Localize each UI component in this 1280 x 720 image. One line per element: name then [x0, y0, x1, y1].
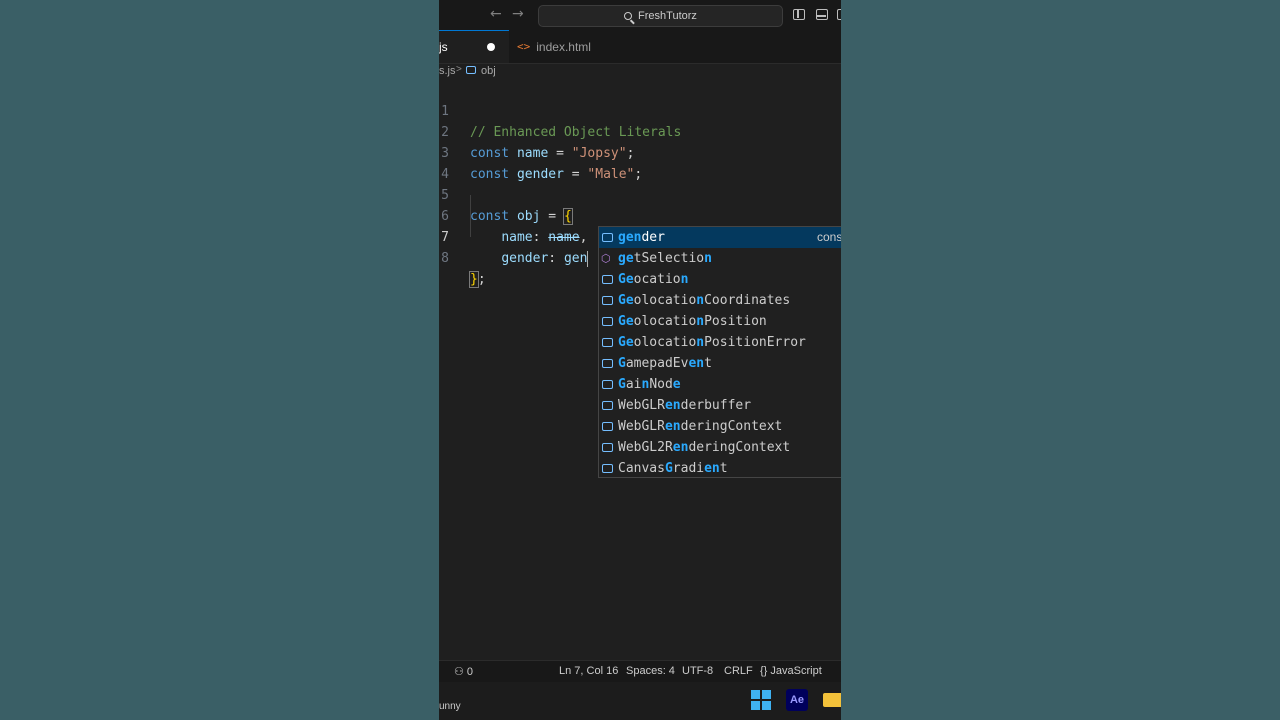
- breadcrumb-chevron: >: [456, 64, 462, 75]
- toggle-secondary-sidebar-icon[interactable]: [837, 9, 841, 20]
- suggestion-label: CanvasGradient: [618, 461, 728, 476]
- suggestion-label: GainNode: [618, 377, 681, 392]
- code-line[interactable]: 6 name: name,: [439, 185, 841, 245]
- file-explorer-icon[interactable]: [823, 693, 841, 707]
- suggestion-label: GamepadEvent: [618, 356, 712, 371]
- code-editor[interactable]: 1 // Enhanced Object Literals 2 const na…: [439, 80, 841, 660]
- suggestion-item[interactable]: WebGL2RenderingContext: [599, 437, 841, 458]
- status-bar: ⚇ 0 Ln 7, Col 16 Spaces: 4 UTF-8 CRLF {}…: [439, 660, 841, 683]
- suggestion-item[interactable]: WebGLRenderbuffer: [599, 395, 841, 416]
- suggestion-detail: cons: [817, 230, 841, 244]
- file-encoding[interactable]: UTF-8: [682, 665, 713, 677]
- suggestion-item[interactable]: GeolocationPosition: [599, 311, 841, 332]
- language-label: JavaScript: [770, 665, 822, 677]
- variable-symbol-icon: [602, 443, 613, 452]
- vscode-window: ← → FreshTutorz js <> index.html s.js > …: [439, 0, 841, 720]
- breadcrumb-symbol[interactable]: obj: [481, 65, 496, 77]
- line-number: 8: [441, 251, 449, 266]
- method-symbol-icon: ⬡: [601, 252, 611, 265]
- suggestion-item[interactable]: GainNode: [599, 374, 841, 395]
- suggestion-label: WebGLRenderingContext: [618, 419, 783, 434]
- breadcrumb-file[interactable]: s.js: [439, 65, 456, 77]
- variable-symbol-icon: [602, 233, 613, 242]
- language-mode[interactable]: {} JavaScript: [760, 665, 822, 677]
- background-right: [841, 0, 1280, 720]
- toggle-panel-icon[interactable]: [816, 9, 828, 20]
- suggestion-item[interactable]: CanvasGradient: [599, 458, 841, 479]
- title-bar: ← → FreshTutorz: [439, 0, 841, 30]
- tab-label: js: [439, 40, 448, 54]
- suggestion-item[interactable]: ⬡ getSelection: [599, 248, 841, 269]
- editor-tab-bar: js <> index.html: [439, 30, 841, 64]
- ports-indicator[interactable]: ⚇ 0: [454, 665, 473, 678]
- suggestion-item[interactable]: gender cons: [599, 227, 841, 248]
- variable-symbol-icon: [602, 275, 613, 284]
- suggestion-label: WebGLRenderbuffer: [618, 398, 752, 413]
- text-cursor: [587, 250, 589, 267]
- line-ending[interactable]: CRLF: [724, 665, 753, 677]
- variable-symbol-icon: [602, 317, 613, 326]
- code-line[interactable]: 2 const name = "Jopsy";: [439, 101, 841, 161]
- code-line[interactable]: 4: [439, 143, 841, 182]
- variable-symbol-icon: [602, 296, 613, 305]
- suggestion-label: Geocation: [618, 272, 689, 287]
- after-effects-icon[interactable]: Ae: [786, 689, 808, 711]
- suggestion-item[interactable]: GamepadEvent: [599, 353, 841, 374]
- close-brace: }: [469, 271, 479, 288]
- indentation[interactable]: Spaces: 4: [626, 665, 675, 677]
- breadcrumb: s.js > obj: [439, 63, 841, 79]
- property-value: gen: [563, 251, 588, 266]
- tab-index-html[interactable]: <> index.html: [511, 30, 621, 63]
- ports-count: 0: [466, 666, 474, 678]
- tab-label: index.html: [536, 39, 591, 54]
- tab-js[interactable]: js: [439, 30, 509, 63]
- back-arrow-icon[interactable]: ←: [490, 6, 502, 22]
- variable-symbol-icon: [602, 359, 613, 368]
- suggestion-label: GeolocationPositionError: [618, 335, 806, 350]
- search-icon: [624, 12, 633, 20]
- variable-symbol-icon: [602, 401, 613, 410]
- code-line-current[interactable]: 7 gender: gen: [439, 206, 841, 267]
- windows-taskbar: unny Ae: [439, 682, 841, 720]
- toggle-sidebar-icon[interactable]: [793, 9, 805, 20]
- autocomplete-suggestions[interactable]: gender cons ⬡ getSelection Geocation Geo…: [598, 226, 841, 478]
- suggestion-item[interactable]: WebGLRenderingContext: [599, 416, 841, 437]
- suggestion-item[interactable]: GeolocationCoordinates: [599, 290, 841, 311]
- command-center-search[interactable]: FreshTutorz: [538, 5, 783, 27]
- code-line[interactable]: 5 const obj = {: [439, 164, 841, 225]
- variable-symbol-icon: [602, 338, 613, 347]
- variable-symbol-icon: [602, 380, 613, 389]
- suggestion-label: GeolocationPosition: [618, 314, 767, 329]
- punctuation: ;: [477, 272, 486, 287]
- suggestion-label: getSelection: [618, 251, 712, 266]
- suggestion-item[interactable]: Geocation: [599, 269, 841, 290]
- command-center-label: FreshTutorz: [638, 10, 697, 22]
- suggestion-label: WebGL2RenderingContext: [618, 440, 791, 455]
- suggestion-label: GeolocationCoordinates: [618, 293, 791, 308]
- weather-text[interactable]: unny: [439, 701, 461, 712]
- suggestion-item[interactable]: GeolocationPositionError: [599, 332, 841, 353]
- cursor-position[interactable]: Ln 7, Col 16: [559, 665, 618, 677]
- forward-arrow-icon[interactable]: →: [512, 6, 524, 22]
- background-left: [0, 0, 439, 720]
- unsaved-dot-icon[interactable]: [487, 43, 495, 51]
- code-line[interactable]: 1 // Enhanced Object Literals: [439, 80, 841, 140]
- html-file-icon: <>: [517, 40, 531, 53]
- property-key: gender: [501, 251, 549, 266]
- code-line[interactable]: 3 const gender = "Male";: [439, 122, 841, 182]
- variable-symbol-icon: [466, 66, 476, 74]
- variable-symbol-icon: [602, 422, 613, 431]
- windows-start-icon[interactable]: [751, 690, 771, 710]
- braces-icon: {}: [760, 665, 768, 677]
- punctuation: :: [548, 251, 564, 266]
- variable-symbol-icon: [602, 464, 613, 473]
- suggestion-label: gender: [618, 230, 665, 245]
